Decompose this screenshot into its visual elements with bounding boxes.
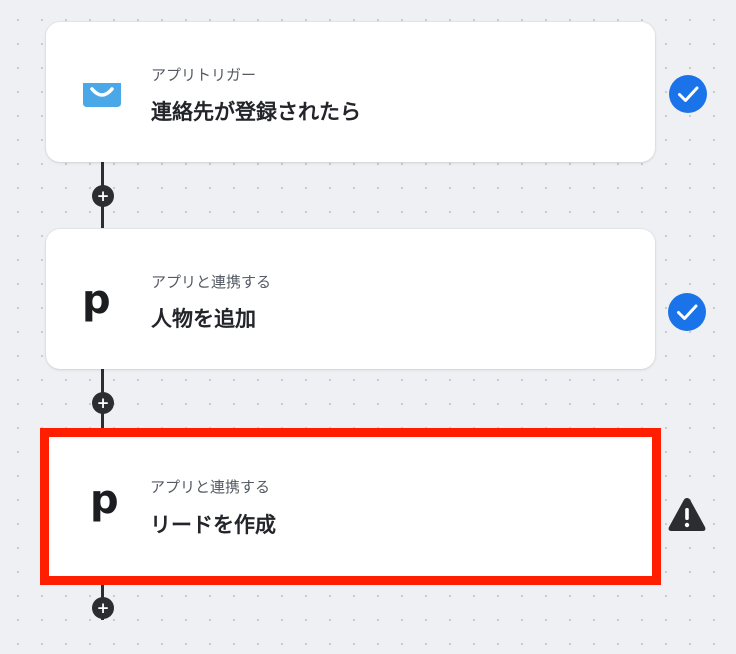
warning-icon <box>667 495 707 535</box>
step-type-label: アプリと連携する <box>151 273 272 291</box>
step-type-label: アプリトリガー <box>151 66 257 84</box>
step-title: リードを作成 <box>150 513 276 537</box>
getresponse-mail-icon <box>82 77 122 109</box>
check-circle-icon <box>668 74 708 114</box>
step-type-label: アプリと連携する <box>150 478 271 496</box>
add-step-button[interactable]: + <box>92 597 114 619</box>
add-step-button[interactable]: + <box>92 185 114 207</box>
step-card-trigger[interactable]: アプリトリガー 連絡先が登録されたら <box>46 22 655 162</box>
workflow-canvas: + + + アプリトリガー 連絡先が登録されたら p アプリと連携する 人物を追… <box>0 0 736 654</box>
step-card-add-person[interactable]: p アプリと連携する 人物を追加 <box>46 229 655 369</box>
pipedrive-p-icon: p <box>82 277 111 323</box>
step-card-create-lead[interactable]: p アプリと連携する リードを作成 <box>40 428 661 585</box>
pipedrive-p-icon: p <box>90 477 119 523</box>
check-circle-icon <box>667 292 707 332</box>
add-step-button[interactable]: + <box>92 392 114 414</box>
step-title: 人物を追加 <box>151 307 256 331</box>
step-title: 連絡先が登録されたら <box>151 100 361 124</box>
